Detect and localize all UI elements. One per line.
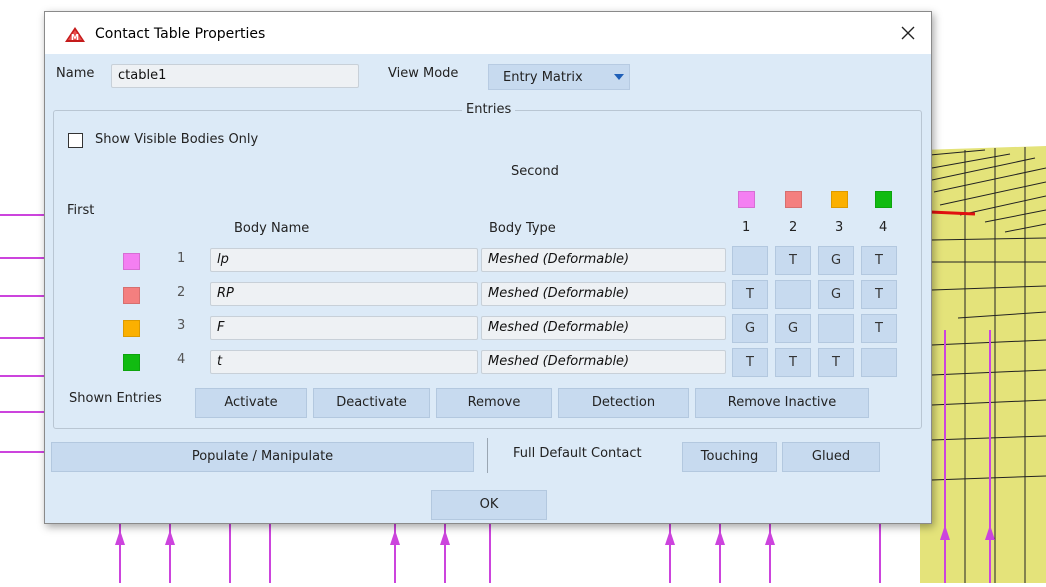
close-icon <box>901 26 915 40</box>
matrix-cell-4-1[interactable]: T <box>732 348 768 377</box>
row-2-body-type: Meshed (Deformable) <box>481 282 726 306</box>
column-2-number: 2 <box>789 220 798 235</box>
glued-button[interactable]: Glued <box>782 442 880 472</box>
matrix-cell-3-3[interactable] <box>818 314 854 343</box>
contact-table-dialog: M Contact Table Properties Name ctable1 … <box>44 11 932 524</box>
matrix-cell-4-3[interactable]: T <box>818 348 854 377</box>
row-2-index: 2 <box>177 285 186 300</box>
row-3-body-type: Meshed (Deformable) <box>481 316 726 340</box>
populate-manipulate-button[interactable]: Populate / Manipulate <box>51 442 474 472</box>
view-mode-label: View Mode <box>388 66 459 81</box>
matrix-cell-2-1[interactable]: T <box>732 280 768 309</box>
deactivate-button[interactable]: Deactivate <box>313 388 430 418</box>
shown-entries-label: Shown Entries <box>69 391 162 406</box>
body-type-header: Body Type <box>489 221 556 236</box>
name-label: Name <box>56 66 95 81</box>
row-2-color <box>123 287 140 304</box>
matrix-cell-3-2[interactable]: G <box>775 314 811 343</box>
row-1-color <box>123 253 140 270</box>
second-label: Second <box>511 164 559 179</box>
row-1-body-type: Meshed (Deformable) <box>481 248 726 272</box>
column-4-number: 4 <box>879 220 888 235</box>
column-4-color <box>875 191 892 208</box>
column-2-color <box>785 191 802 208</box>
red-arrow <box>929 210 976 216</box>
chevron-down-icon[interactable] <box>609 66 629 88</box>
matrix-cell-2-2[interactable] <box>775 280 811 309</box>
row-3-color <box>123 320 140 337</box>
ok-button[interactable]: OK <box>431 490 547 520</box>
touching-button[interactable]: Touching <box>682 442 777 472</box>
entries-legend: Entries <box>462 102 516 117</box>
matrix-cell-2-4[interactable]: T <box>861 280 897 309</box>
row-4-color <box>123 354 140 371</box>
show-visible-checkbox[interactable] <box>68 133 83 148</box>
row-3-index: 3 <box>177 318 186 333</box>
arrow-heads <box>115 525 995 545</box>
show-visible-label: Show Visible Bodies Only <box>95 132 259 147</box>
matrix-cell-1-2[interactable]: T <box>775 246 811 275</box>
row-4-index: 4 <box>177 352 186 367</box>
name-input[interactable]: ctable1 <box>111 64 359 88</box>
body-name-header: Body Name <box>234 221 310 236</box>
matrix-cell-2-3[interactable]: G <box>818 280 854 309</box>
close-button[interactable] <box>885 12 931 54</box>
matrix-cell-1-1[interactable] <box>732 246 768 275</box>
matrix-cell-4-2[interactable]: T <box>775 348 811 377</box>
first-label: First <box>67 203 95 218</box>
full-default-contact-label: Full Default Contact <box>513 446 642 461</box>
row-4-body-name[interactable]: t <box>210 350 478 374</box>
separator <box>487 438 488 473</box>
column-3-number: 3 <box>835 220 844 235</box>
title-bar[interactable]: M Contact Table Properties <box>45 12 931 54</box>
matrix-cell-3-4[interactable]: T <box>861 314 897 343</box>
detection-button[interactable]: Detection <box>558 388 689 418</box>
remove-inactive-button[interactable]: Remove Inactive <box>695 388 869 418</box>
column-1-color <box>738 191 755 208</box>
row-2-body-name[interactable]: RP <box>210 282 478 306</box>
row-1-body-name[interactable]: lp <box>210 248 478 272</box>
left-load-arrows <box>0 214 44 453</box>
row-1-index: 1 <box>177 251 186 266</box>
matrix-cell-1-3[interactable]: G <box>818 246 854 275</box>
mesh-app-icon: M <box>65 27 85 42</box>
remove-button[interactable]: Remove <box>436 388 552 418</box>
activate-button[interactable]: Activate <box>195 388 307 418</box>
matrix-cell-1-4[interactable]: T <box>861 246 897 275</box>
matrix-cell-3-1[interactable]: G <box>732 314 768 343</box>
column-1-number: 1 <box>742 220 751 235</box>
row-3-body-name[interactable]: F <box>210 316 478 340</box>
row-4-body-type: Meshed (Deformable) <box>481 350 726 374</box>
dialog-title: Contact Table Properties <box>95 26 266 42</box>
view-mode-select[interactable]: Entry Matrix <box>488 64 630 90</box>
matrix-cell-4-4[interactable] <box>861 348 897 377</box>
svg-text:M: M <box>71 33 79 42</box>
view-mode-value: Entry Matrix <box>503 69 583 85</box>
column-3-color <box>831 191 848 208</box>
